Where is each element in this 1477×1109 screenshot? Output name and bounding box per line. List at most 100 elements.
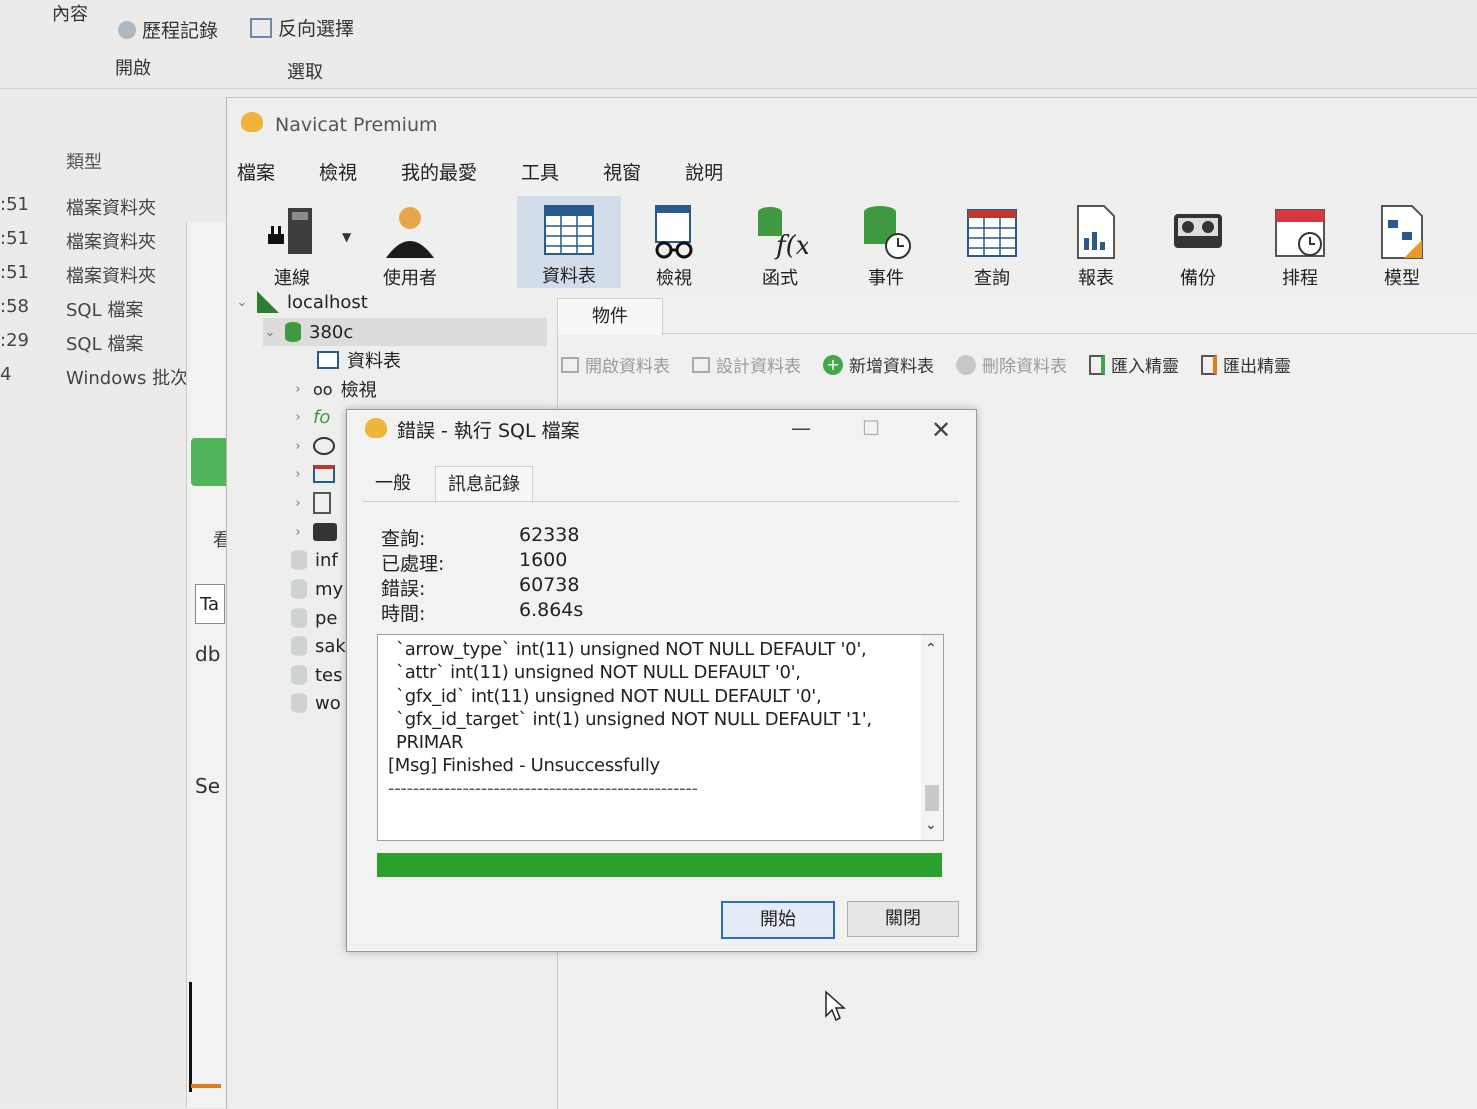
maximize-icon[interactable]: ☐ bbox=[851, 416, 891, 440]
file-row[interactable]: 4 Windows 批次 bbox=[0, 364, 190, 394]
backup-icon bbox=[313, 523, 337, 541]
file-row-time: 4 bbox=[0, 364, 12, 385]
toolbar-schedule-button[interactable]: 排程 bbox=[1255, 198, 1345, 290]
menu-bar: 檔案 檢視 我的最愛 工具 視窗 說明 bbox=[237, 158, 723, 185]
object-action-bar: 開啟資料表 設計資料表 + 新增資料表 刪除資料表 匯入精靈 匯出精靈 bbox=[561, 352, 1291, 377]
toolbar-model-button[interactable]: 模型 bbox=[1357, 198, 1447, 290]
menu-tools[interactable]: 工具 bbox=[521, 158, 559, 185]
history-icon bbox=[118, 20, 136, 39]
tree-item-backups[interactable]: › bbox=[291, 518, 337, 546]
tab-general[interactable]: 一般 bbox=[363, 466, 423, 502]
navicat-logo-icon bbox=[365, 418, 387, 438]
start-button[interactable]: 開始 bbox=[721, 901, 835, 939]
history-button[interactable]: 歷程記錄 bbox=[118, 16, 218, 43]
chevron-down-icon[interactable]: ⌄ bbox=[235, 295, 249, 310]
toolbar-table-button[interactable]: 資料表 bbox=[517, 196, 621, 288]
design-table-button[interactable]: 設計資料表 bbox=[692, 352, 801, 377]
tree-database-label: my bbox=[315, 578, 344, 600]
minimize-icon[interactable]: — bbox=[781, 416, 821, 440]
export-icon bbox=[1201, 354, 1217, 375]
menu-favorites[interactable]: 我的最愛 bbox=[401, 158, 477, 185]
connection-dropdown-icon[interactable]: ▼ bbox=[342, 230, 351, 244]
toolbar-event-button[interactable]: 事件 bbox=[841, 198, 931, 290]
message-log-textbox[interactable]: `arrow_type` int(11) unsigned NOT NULL D… bbox=[377, 634, 944, 841]
mouse-cursor-icon bbox=[825, 990, 846, 1022]
toolbar-query-button[interactable]: 查詢 bbox=[947, 198, 1037, 290]
database-icon bbox=[291, 608, 307, 628]
column-header-type[interactable]: 類型 bbox=[66, 148, 102, 174]
database-icon bbox=[291, 693, 307, 713]
export-wizard-button[interactable]: 匯出精靈 bbox=[1201, 352, 1291, 377]
chevron-right-icon[interactable]: › bbox=[291, 525, 305, 540]
import-wizard-button[interactable]: 匯入精靈 bbox=[1089, 352, 1179, 377]
tree-database[interactable]: sak bbox=[291, 632, 346, 660]
stat-processed-value: 1600 bbox=[519, 549, 568, 571]
tree-database[interactable]: wo bbox=[291, 689, 341, 717]
tree-database[interactable]: my bbox=[291, 575, 343, 603]
side-line bbox=[189, 982, 192, 1092]
tree-item-functions[interactable]: › fo bbox=[291, 403, 330, 431]
database-icon bbox=[291, 579, 307, 599]
log-line: `arrow_type` int(11) unsigned NOT NULL D… bbox=[396, 639, 867, 660]
chevron-right-icon[interactable]: › bbox=[291, 410, 305, 425]
chevron-right-icon[interactable]: › bbox=[291, 467, 305, 482]
invert-selection-icon bbox=[250, 17, 272, 38]
file-row[interactable]: :51 檔案資料夾 bbox=[0, 194, 196, 224]
tree-database[interactable]: pe bbox=[291, 604, 338, 632]
toolbar-connection-button[interactable]: 連線 bbox=[247, 198, 337, 290]
chevron-right-icon[interactable]: › bbox=[291, 439, 305, 454]
tree-database[interactable]: tes bbox=[291, 661, 343, 689]
green-status-block bbox=[191, 438, 227, 486]
ribbon-content-label[interactable]: 內容 bbox=[52, 0, 88, 26]
tree-item-reports[interactable]: › bbox=[291, 489, 331, 517]
log-scrollbar[interactable]: ⌃ ⌄ bbox=[921, 635, 943, 840]
menu-window[interactable]: 視窗 bbox=[603, 158, 641, 185]
file-row[interactable]: :51 檔案資料夾 bbox=[0, 262, 196, 292]
tab-message-log[interactable]: 訊息記錄 bbox=[435, 466, 533, 503]
log-line: `attr` int(11) unsigned NOT NULL DEFAULT… bbox=[396, 662, 801, 683]
close-button[interactable]: 關閉 bbox=[847, 901, 959, 937]
tree-item-events[interactable]: › bbox=[291, 432, 335, 460]
invert-selection-label: 反向選擇 bbox=[278, 18, 355, 40]
design-table-icon bbox=[692, 356, 710, 373]
tree-item-tables[interactable]: 資料表 bbox=[317, 346, 401, 374]
open-table-button[interactable]: 開啟資料表 bbox=[561, 352, 670, 377]
tree-item-views[interactable]: › oo 檢視 bbox=[291, 375, 376, 403]
menu-help[interactable]: 說明 bbox=[685, 158, 723, 185]
open-table-icon bbox=[561, 356, 579, 373]
toolbar-function-button[interactable]: f(x) 函式 bbox=[735, 198, 825, 290]
toolbar-report-label: 報表 bbox=[1078, 268, 1114, 289]
toolbar-table-label: 資料表 bbox=[542, 266, 596, 287]
scroll-down-icon[interactable]: ⌄ bbox=[925, 817, 937, 833]
tree-database[interactable]: inf bbox=[291, 546, 338, 574]
chevron-right-icon[interactable]: › bbox=[291, 382, 305, 397]
tree-item-queries[interactable]: › bbox=[291, 460, 335, 488]
file-row[interactable]: :58 SQL 檔案 bbox=[0, 296, 196, 326]
toolbar-report-button[interactable]: 報表 bbox=[1051, 198, 1141, 290]
tree-database-380c[interactable]: ⌄ 380c bbox=[263, 318, 547, 346]
file-row[interactable]: :29 SQL 檔案 bbox=[0, 330, 196, 360]
file-row[interactable]: :51 檔案資料夾 bbox=[0, 228, 196, 258]
scroll-thumb[interactable] bbox=[925, 785, 939, 811]
new-table-button[interactable]: + 新增資料表 bbox=[823, 352, 934, 377]
query-icon bbox=[967, 209, 1017, 257]
log-line: `gfx_id_target` int(1) unsigned NOT NULL… bbox=[396, 709, 872, 730]
delete-table-button[interactable]: 刪除資料表 bbox=[956, 352, 1067, 377]
tree-connection-localhost[interactable]: ⌄ localhost bbox=[235, 288, 368, 316]
import-wizard-label: 匯入精靈 bbox=[1111, 357, 1179, 377]
chevron-down-icon[interactable]: ⌄ bbox=[263, 325, 277, 340]
invert-selection-button[interactable]: 反向選擇 bbox=[250, 14, 354, 41]
side-input-fragment[interactable]: Ta bbox=[195, 584, 225, 624]
chevron-right-icon[interactable]: › bbox=[291, 496, 305, 511]
log-line: `gfx_id` int(11) unsigned NOT NULL DEFAU… bbox=[396, 686, 822, 707]
toolbar-backup-button[interactable]: 備份 bbox=[1153, 198, 1243, 290]
file-row-time: :58 bbox=[0, 296, 29, 317]
stat-time-label: 時間: bbox=[381, 603, 426, 625]
tab-objects[interactable]: 物件 bbox=[557, 298, 663, 335]
menu-file[interactable]: 檔案 bbox=[237, 158, 275, 185]
toolbar-user-button[interactable]: 使用者 bbox=[365, 198, 455, 290]
toolbar-view-button[interactable]: 檢視 bbox=[629, 198, 719, 290]
scroll-up-icon[interactable]: ⌃ bbox=[925, 641, 937, 657]
close-icon[interactable]: ✕ bbox=[921, 416, 961, 444]
menu-view[interactable]: 檢視 bbox=[319, 158, 357, 185]
